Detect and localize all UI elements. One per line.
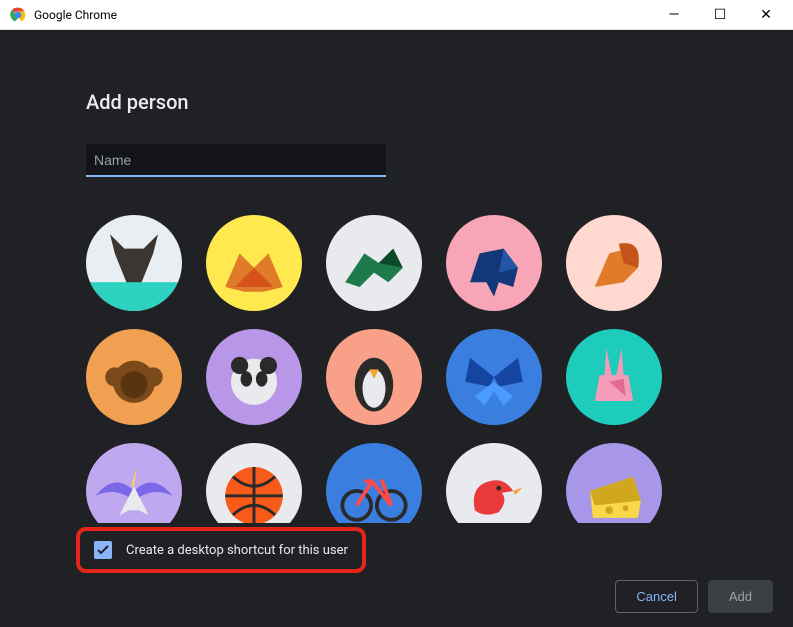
avatar-unicorn[interactable] — [86, 443, 182, 523]
avatar-squirrel[interactable] — [566, 215, 662, 311]
avatar-basketball[interactable] — [206, 443, 302, 523]
cancel-button[interactable]: Cancel — [615, 580, 697, 613]
avatar-cheese[interactable] — [566, 443, 662, 523]
desktop-shortcut-label: Create a desktop shortcut for this user — [126, 543, 348, 558]
desktop-shortcut-checkbox[interactable] — [94, 541, 112, 559]
dialog-content: Add person Create a desktop shortcut for… — [0, 30, 793, 627]
title-bar: Google Chrome — ☐ ✕ — [0, 0, 793, 30]
avatar-rabbit[interactable] — [566, 329, 662, 425]
avatar-panda[interactable] — [206, 329, 302, 425]
avatar-monkey[interactable] — [86, 329, 182, 425]
minimize-button[interactable]: — — [651, 0, 697, 30]
avatar-penguin[interactable] — [326, 329, 422, 425]
window-controls: — ☐ ✕ — [651, 0, 789, 30]
dialog-buttons: Cancel Add — [615, 580, 773, 613]
avatar-fox[interactable] — [206, 215, 302, 311]
avatar-cat[interactable] — [86, 215, 182, 311]
avatar-butterfly[interactable] — [446, 329, 542, 425]
avatar-bicycle[interactable] — [326, 443, 422, 523]
avatar-elephant[interactable] — [446, 215, 542, 311]
avatar-bird[interactable] — [446, 443, 542, 523]
name-input-container — [86, 144, 386, 177]
avatar-dragon[interactable] — [326, 215, 422, 311]
avatar-scroll[interactable] — [86, 215, 708, 523]
window-title: Google Chrome — [34, 8, 651, 22]
desktop-shortcut-option: Create a desktop shortcut for this user — [76, 527, 366, 573]
add-button[interactable]: Add — [708, 580, 773, 613]
name-input[interactable] — [94, 152, 378, 168]
chrome-icon — [10, 7, 26, 23]
close-button[interactable]: ✕ — [743, 0, 789, 30]
dialog-heading: Add person — [86, 90, 793, 114]
maximize-button[interactable]: ☐ — [697, 0, 743, 30]
avatar-grid — [86, 215, 704, 523]
